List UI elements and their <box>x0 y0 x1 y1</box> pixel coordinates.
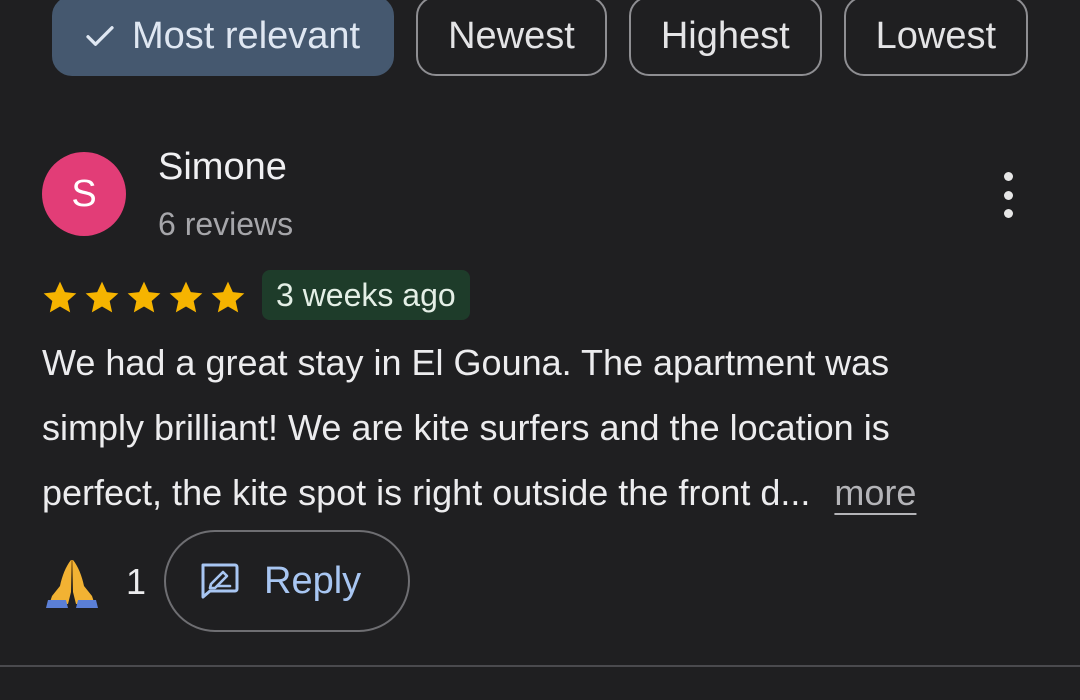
review-text: We had a great stay in El Gouna. The apa… <box>42 330 1042 525</box>
star-icon <box>127 281 161 313</box>
chip-label: Lowest <box>875 14 997 57</box>
review-text-line: perfect, the kite spot is right outside … <box>42 472 811 513</box>
reaction-count: 1 <box>126 561 147 602</box>
reviewer-meta: 6 reviews <box>158 206 294 242</box>
chip-label: Most relevant <box>132 14 361 57</box>
praying-hands-icon <box>46 560 98 608</box>
review-text-line: simply brilliant! We are kite surfers an… <box>42 407 890 448</box>
reply-label: Reply <box>264 559 362 602</box>
reply-icon <box>201 563 239 599</box>
reviewer-name[interactable]: Simone <box>158 146 287 189</box>
chip-most-relevant[interactable]: Most relevant <box>52 0 395 76</box>
review-text-line-last: perfect, the kite spot is right outside … <box>42 460 1042 525</box>
star-rating <box>40 278 248 318</box>
more-options-icon[interactable] <box>990 172 1026 218</box>
avatar[interactable]: S <box>42 152 126 236</box>
review-text-line: We had a great stay in El Gouna. The apa… <box>42 342 890 383</box>
chip-newest[interactable]: Newest <box>416 0 607 76</box>
star-icon <box>85 281 119 313</box>
reply-button[interactable]: Reply <box>164 530 410 632</box>
chip-label: Highest <box>660 14 790 57</box>
star-icon <box>43 281 77 313</box>
chip-lowest[interactable]: Lowest <box>843 0 1029 76</box>
reaction-button[interactable]: 1 <box>44 556 146 608</box>
divider <box>0 665 1080 667</box>
check-icon <box>86 26 114 46</box>
chip-label: Newest <box>448 14 575 57</box>
review-panel: Most relevant Newest Highest Lowest S Si… <box>0 0 1080 700</box>
star-icon <box>211 281 245 313</box>
avatar-initial: S <box>71 172 97 215</box>
chip-highest[interactable]: Highest <box>628 0 822 76</box>
star-icon <box>169 281 203 313</box>
more-link[interactable]: more <box>834 472 916 513</box>
sort-chips: Most relevant Newest Highest Lowest <box>52 0 1029 76</box>
review-time-badge: 3 weeks ago <box>262 270 470 320</box>
